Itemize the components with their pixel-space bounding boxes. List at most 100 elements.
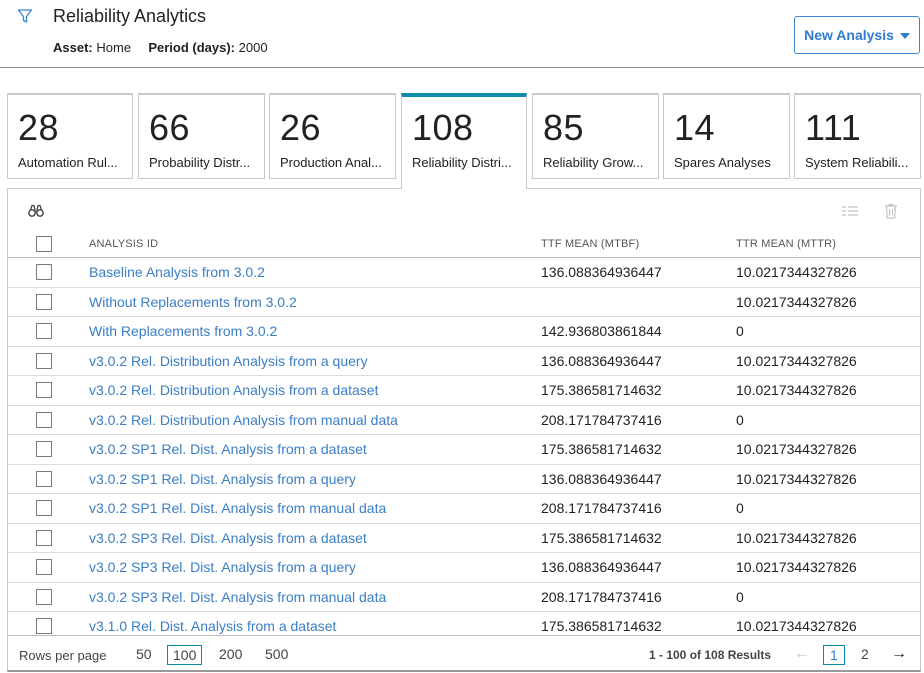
ttr-mean-cell: 10.0217344327826 bbox=[736, 618, 857, 634]
tile-count: 14 bbox=[674, 107, 716, 148]
row-checkbox[interactable] bbox=[36, 411, 52, 428]
tile-label: System Reliabili... bbox=[805, 155, 909, 170]
tile-label: Probability Distr... bbox=[149, 155, 251, 170]
analysis-link[interactable]: v3.0.2 SP3 Rel. Dist. Analysis from a da… bbox=[89, 530, 367, 546]
row-checkbox[interactable] bbox=[36, 352, 52, 369]
analysis-link[interactable]: Baseline Analysis from 3.0.2 bbox=[89, 264, 265, 280]
new-analysis-label: New Analysis bbox=[804, 27, 894, 43]
period-label: Period (days): bbox=[148, 40, 235, 55]
column-header-ttr-mean[interactable]: TTR MEAN (MTTR) bbox=[736, 238, 836, 250]
select-all-checkbox[interactable] bbox=[36, 236, 52, 252]
new-analysis-button[interactable]: New Analysis bbox=[794, 16, 920, 54]
asset-label: Asset: bbox=[53, 40, 93, 55]
ttf-mean-cell: 208.171784737416 bbox=[541, 500, 662, 516]
tile-reliability-growth[interactable]: 85 Reliability Grow... bbox=[532, 93, 659, 179]
tile-count: 26 bbox=[280, 107, 322, 148]
tile-reliability-distribution[interactable]: 108 Reliability Distri... bbox=[401, 93, 527, 189]
ttf-mean-cell: 142.936803861844 bbox=[541, 323, 662, 339]
tile-label: Spares Analyses bbox=[674, 155, 771, 170]
ttf-mean-cell: 208.171784737416 bbox=[541, 411, 662, 428]
row-checkbox[interactable] bbox=[36, 382, 52, 398]
table-row: v3.0.2 Rel. Distribution Analysis from a… bbox=[8, 347, 920, 376]
analysis-link[interactable]: With Replacements from 3.0.2 bbox=[89, 323, 277, 339]
table-header: ANALYSIS ID TTF MEAN (MTBF) TTR MEAN (MT… bbox=[8, 233, 920, 258]
tile-spares-analyses[interactable]: 14 Spares Analyses bbox=[663, 93, 790, 179]
row-checkbox[interactable] bbox=[36, 293, 52, 310]
row-checkbox[interactable] bbox=[36, 529, 52, 546]
tile-probability-distribution[interactable]: 66 Probability Distr... bbox=[138, 93, 265, 179]
row-checkbox[interactable] bbox=[36, 264, 52, 280]
ttr-mean-cell: 10.0217344327826 bbox=[736, 441, 857, 457]
analysis-link[interactable]: v3.0.2 Rel. Distribution Analysis from a… bbox=[89, 353, 368, 369]
ttf-mean-cell: 175.386581714632 bbox=[541, 618, 662, 634]
trash-icon[interactable] bbox=[884, 203, 898, 219]
ttf-mean-cell: 136.088364936447 bbox=[541, 264, 662, 280]
ttr-mean-cell: 0 bbox=[736, 500, 744, 516]
tile-count: 28 bbox=[18, 107, 60, 148]
page-size-200[interactable]: 200 bbox=[214, 645, 247, 665]
tile-count: 108 bbox=[412, 107, 474, 148]
rows-per-page-label: Rows per page bbox=[19, 648, 107, 663]
ttr-mean-cell: 10.0217344327826 bbox=[736, 559, 857, 575]
ttr-mean-cell: 0 bbox=[736, 588, 744, 605]
table-row: v3.0.2 SP3 Rel. Dist. Analysis from a da… bbox=[8, 524, 920, 553]
analysis-link[interactable]: v3.0.2 SP1 Rel. Dist. Analysis from manu… bbox=[89, 500, 386, 516]
page-1-button[interactable]: 1 bbox=[823, 645, 845, 665]
analysis-link[interactable]: v3.1.0 Rel. Dist. Analysis from a datase… bbox=[89, 618, 336, 634]
table-row: v3.0.2 SP3 Rel. Dist. Analysis from manu… bbox=[8, 583, 920, 612]
row-checkbox[interactable] bbox=[36, 618, 52, 634]
table-row: v3.0.2 Rel. Distribution Analysis from m… bbox=[8, 406, 920, 435]
analysis-link[interactable]: v3.0.2 Rel. Distribution Analysis from m… bbox=[89, 412, 398, 428]
tile-production-analyses[interactable]: 26 Production Anal... bbox=[269, 93, 396, 179]
analysis-link[interactable]: v3.0.2 SP1 Rel. Dist. Analysis from a da… bbox=[89, 441, 367, 457]
table-row: Baseline Analysis from 3.0.2 136.0883649… bbox=[8, 258, 920, 288]
tile-label: Reliability Distri... bbox=[412, 155, 512, 170]
ttf-mean-cell: 136.088364936447 bbox=[541, 352, 662, 369]
ttr-mean-cell: 10.0217344327826 bbox=[736, 529, 857, 546]
tile-system-reliability[interactable]: 111 System Reliabili... bbox=[794, 93, 921, 179]
analysis-link[interactable]: v3.0.2 SP3 Rel. Dist. Analysis from manu… bbox=[89, 589, 386, 605]
context-info: Asset: Home Period (days): 2000 bbox=[53, 40, 268, 55]
row-checkbox[interactable] bbox=[36, 500, 52, 516]
row-checkbox[interactable] bbox=[36, 323, 52, 339]
analyses-panel: ANALYSIS ID TTF MEAN (MTBF) TTR MEAN (MT… bbox=[7, 188, 921, 672]
tile-automation-rules[interactable]: 28 Automation Rul... bbox=[7, 93, 133, 179]
column-header-ttf-mean[interactable]: TTF MEAN (MTBF) bbox=[541, 238, 639, 250]
row-checkbox[interactable] bbox=[36, 559, 52, 575]
ttr-mean-cell: 10.0217344327826 bbox=[736, 293, 857, 310]
table-row: v3.0.2 SP1 Rel. Dist. Analysis from manu… bbox=[8, 494, 920, 524]
table-row: v3.0.2 SP1 Rel. Dist. Analysis from a qu… bbox=[8, 465, 920, 494]
arrow-right-icon[interactable]: → bbox=[891, 645, 907, 663]
table-row: v3.0.2 SP1 Rel. Dist. Analysis from a da… bbox=[8, 435, 920, 465]
analysis-link[interactable]: Without Replacements from 3.0.2 bbox=[89, 294, 297, 310]
page-header: Reliability Analytics Asset: Home Period… bbox=[0, 0, 924, 68]
period-value: 2000 bbox=[238, 40, 268, 55]
page-size-500[interactable]: 500 bbox=[260, 645, 293, 665]
table-row: v3.0.2 Rel. Distribution Analysis from a… bbox=[8, 376, 920, 406]
page-title: Reliability Analytics bbox=[53, 6, 207, 26]
row-checkbox[interactable] bbox=[36, 441, 52, 457]
results-count: 1 - 100 of 108 Results bbox=[649, 648, 772, 662]
column-header-analysis-id[interactable]: ANALYSIS ID bbox=[89, 238, 158, 250]
row-checkbox[interactable] bbox=[36, 470, 52, 487]
analysis-link[interactable]: v3.0.2 SP1 Rel. Dist. Analysis from a qu… bbox=[89, 471, 356, 487]
ttf-mean-cell: 136.088364936447 bbox=[541, 559, 662, 575]
column-chooser-icon[interactable] bbox=[842, 205, 858, 217]
row-checkbox[interactable] bbox=[36, 588, 52, 605]
page-2-button[interactable]: 2 bbox=[855, 645, 875, 665]
asset-value: Home bbox=[96, 40, 132, 55]
ttr-mean-cell: 0 bbox=[736, 411, 744, 428]
ttr-mean-cell: 10.0217344327826 bbox=[736, 352, 857, 369]
analysis-type-tiles: 28 Automation Rul... 66 Probability Dist… bbox=[7, 93, 921, 189]
analysis-link[interactable]: v3.0.2 SP3 Rel. Dist. Analysis from a qu… bbox=[89, 559, 356, 575]
ttr-mean-cell: 0 bbox=[736, 323, 744, 339]
analysis-link[interactable]: v3.0.2 Rel. Distribution Analysis from a… bbox=[89, 382, 378, 398]
page-size-50[interactable]: 50 bbox=[131, 645, 157, 665]
binoculars-icon[interactable] bbox=[28, 204, 44, 218]
tile-count: 85 bbox=[543, 107, 585, 148]
page-size-100[interactable]: 100 bbox=[167, 645, 203, 665]
ttr-mean-cell: 10.0217344327826 bbox=[736, 264, 857, 280]
arrow-left-icon[interactable]: ← bbox=[794, 645, 810, 663]
filter-icon[interactable] bbox=[17, 8, 33, 24]
table-row: Without Replacements from 3.0.2 10.02173… bbox=[8, 288, 920, 317]
